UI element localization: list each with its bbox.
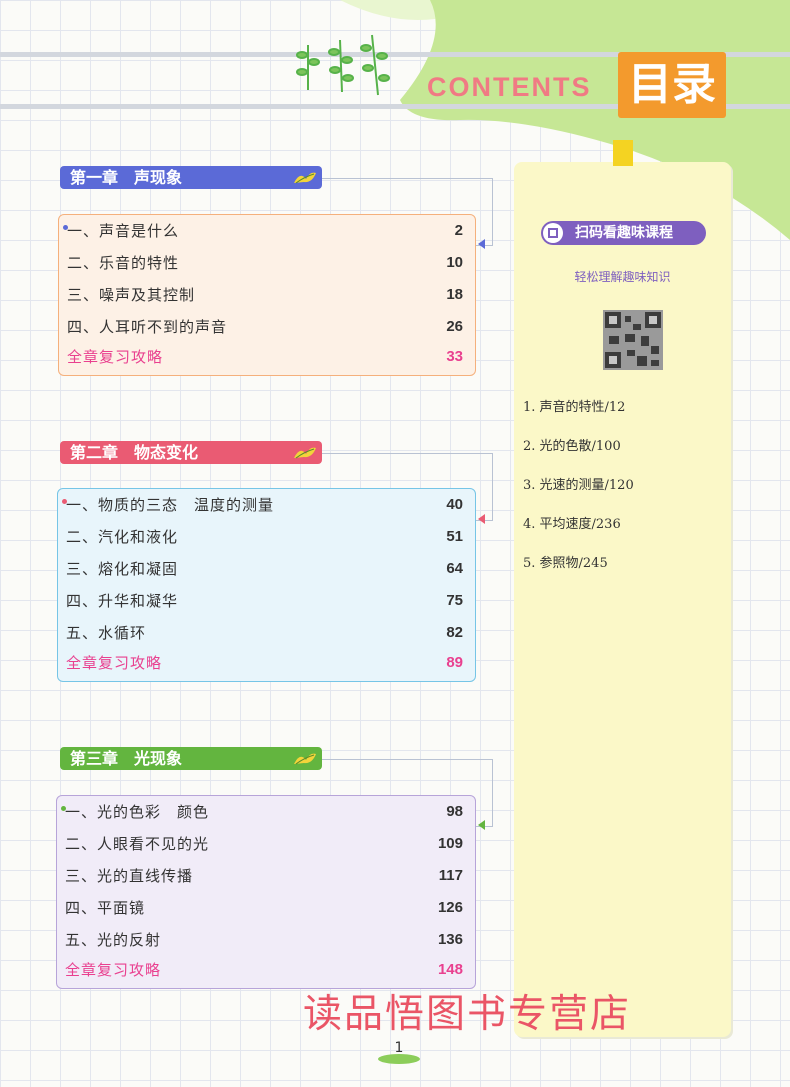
- lesson-item[interactable]: 1. 声音的特性/12: [523, 396, 625, 415]
- panel-tab: [613, 140, 633, 166]
- leaf-icon: [294, 447, 316, 459]
- lesson-item[interactable]: 2. 光的色散/100: [523, 435, 621, 454]
- qr-code-icon[interactable]: [603, 310, 663, 370]
- chapter-box: 一、声音是什么 2 二、乐音的特性 10 三、噪声及其控制 18 四、人耳听不到的声音…: [58, 214, 476, 376]
- toc-entry[interactable]: 四、人耳听不到的声音 26: [67, 313, 463, 341]
- toc-entry[interactable]: 二、乐音的特性 10: [67, 249, 463, 277]
- chapter-title: 第二章 物态变化: [70, 443, 199, 462]
- arrow-icon: [478, 239, 485, 249]
- chapter-box: 一、物质的三态 温度的测量 40 二、汽化和液化 51 三、熔化和凝固 64 四、升华…: [57, 488, 476, 682]
- arrow-icon: [478, 820, 485, 830]
- leaf-icon: [294, 753, 316, 765]
- scan-icon: [543, 223, 563, 243]
- chapter-banner[interactable]: 第二章 物态变化: [60, 441, 322, 464]
- chapter-title: 第三章 光现象: [70, 749, 183, 768]
- page-title: 目录: [618, 52, 726, 118]
- store-watermark: 读品悟图书专营店: [303, 992, 632, 1037]
- leaf-icon: [294, 172, 316, 184]
- toc-entry[interactable]: 一、声音是什么 2: [63, 217, 463, 245]
- toc-entry[interactable]: 五、光的反射 136: [65, 926, 463, 954]
- toc-entry[interactable]: 三、熔化和凝固 64: [66, 555, 463, 583]
- page-number: 1: [378, 1040, 420, 1064]
- chapter-banner[interactable]: 第三章 光现象: [60, 747, 322, 770]
- scan-button[interactable]: 扫码看趣味课程: [541, 221, 706, 245]
- toc-entry[interactable]: 一、光的色彩 颜色 98: [61, 798, 463, 826]
- contents-heading: CONTENTS: [427, 72, 592, 102]
- chapter-box: 一、光的色彩 颜色 98 二、人眼看不见的光 109 三、光的直线传播 117 四、平…: [56, 795, 476, 989]
- lesson-item[interactable]: 4. 平均速度/236: [523, 513, 621, 532]
- toc-entry[interactable]: 四、升华和凝华 75: [66, 587, 463, 615]
- scan-label: 扫码看趣味课程: [575, 225, 673, 241]
- toc-review-entry[interactable]: 全章复习攻略 89: [66, 649, 463, 677]
- chapter-banner[interactable]: 第一章 声现象: [60, 166, 322, 189]
- toc-entry[interactable]: 四、平面镜 126: [65, 894, 463, 922]
- panel-subtitle: 轻松理解趣味知识: [574, 270, 671, 284]
- sprig-icon: [296, 34, 390, 96]
- toc-entry[interactable]: 二、汽化和液化 51: [66, 523, 463, 551]
- lesson-item[interactable]: 3. 光速的测量/120: [523, 474, 634, 493]
- toc-entry[interactable]: 三、噪声及其控制 18: [67, 281, 463, 309]
- toc-entry[interactable]: 二、人眼看不见的光 109: [65, 830, 463, 858]
- toc-entry[interactable]: 三、光的直线传播 117: [65, 862, 463, 890]
- toc-review-entry[interactable]: 全章复习攻略 33: [67, 343, 463, 371]
- toc-entry[interactable]: 一、物质的三态 温度的测量 40: [62, 491, 463, 519]
- toc-review-entry[interactable]: 全章复习攻略 148: [65, 956, 463, 984]
- chapter-title: 第一章 声现象: [70, 168, 183, 187]
- arrow-icon: [478, 514, 485, 524]
- toc-entry[interactable]: 五、水循环 82: [66, 619, 463, 647]
- side-panel: [514, 162, 731, 1037]
- lesson-item[interactable]: 5. 参照物/245: [523, 552, 608, 571]
